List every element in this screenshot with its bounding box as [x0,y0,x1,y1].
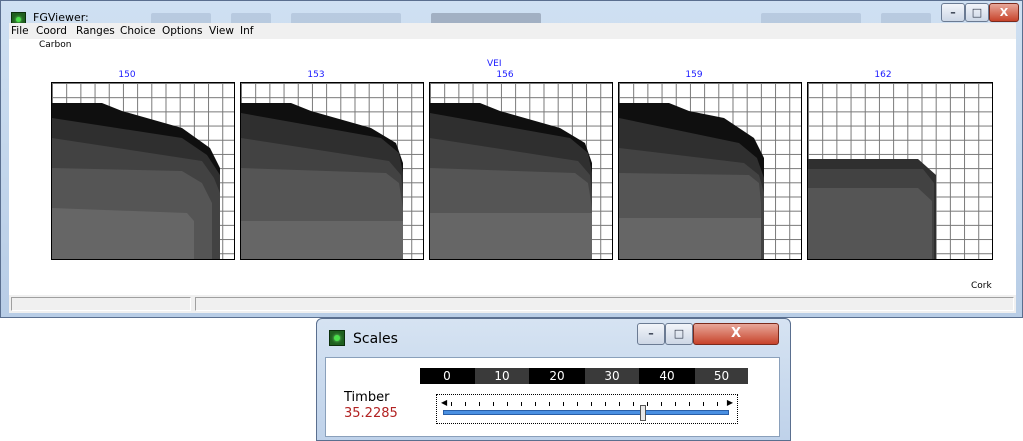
minimize-icon: – [648,327,654,340]
panel-label-3: 156 [496,70,514,80]
status-bar [9,295,1016,313]
ruler-tick: 40 [640,368,694,384]
panel-label-4: 159 [685,70,703,80]
panel-shapes [241,103,403,259]
maximize-button[interactable]: □ [965,3,989,22]
menu-view[interactable]: View [209,25,234,37]
close-button[interactable]: X [989,3,1019,22]
maximize-icon: □ [971,6,983,19]
minimize-icon: – [950,6,956,19]
maximize-icon: □ [673,327,685,340]
plot-panel-2[interactable] [240,82,424,260]
maximize-button[interactable]: □ [665,323,693,345]
ruler-tick: 0 [420,368,474,384]
status-segment-1 [11,297,191,311]
ruler-tick: 30 [585,368,639,384]
menu-options[interactable]: Options [162,25,203,37]
variable-value: 35.2285 [344,406,398,421]
scales-title: Scales [353,331,398,347]
panel-shapes [52,103,220,259]
minimize-button[interactable]: – [941,3,965,22]
status-segment-2 [195,297,1014,311]
left-arrow-icon[interactable]: ◀ [441,398,447,407]
top-left-label: Carbon [39,40,72,50]
menu-coord[interactable]: Coord [36,25,67,37]
close-icon: X [999,6,1009,19]
panel-shapes [430,103,592,259]
slider-track[interactable] [443,410,729,415]
fgviewer-window: FGViewer: – □ X File Coord Ranges Choice… [0,0,1023,318]
app-icon[interactable] [329,330,345,346]
close-button[interactable]: X [693,323,779,345]
plot-panel-4[interactable] [618,82,802,260]
menu-file[interactable]: File [11,25,29,37]
ruler-tick: 50 [695,368,748,384]
panel-shapes [808,159,936,259]
scales-window: Scales – □ X 0 10 20 30 40 50 Timber 35.… [316,318,791,441]
bottom-right-label: Cork [971,281,992,291]
ruler-tick: 20 [530,368,584,384]
close-icon: X [730,326,742,341]
slider-ticks [451,402,721,406]
slider-thumb[interactable] [640,405,647,421]
menu-ranges[interactable]: Ranges [76,25,115,37]
plot-panel-5[interactable] [807,82,993,260]
plot-area: Carbon VEI Cork 150 153 156 159 162 [9,39,1016,295]
plot-panel-1[interactable] [51,82,235,260]
minimize-button[interactable]: – [637,323,665,345]
variable-label: Timber [344,390,390,405]
menu-choice[interactable]: Choice [120,25,156,37]
panel-label-5: 162 [874,70,892,80]
timber-slider[interactable]: ◀ ▶ [436,394,738,424]
right-arrow-icon[interactable]: ▶ [727,398,733,407]
plot-panel-3[interactable] [429,82,613,260]
scales-content: 0 10 20 30 40 50 Timber 35.2285 ◀ ▶ [325,357,780,437]
panel-label-1: 150 [118,70,136,80]
panel-shapes [619,103,764,259]
top-center-label: VEI [487,59,502,69]
menu-inf[interactable]: Inf [240,25,253,37]
panel-label-2: 153 [307,70,325,80]
menu-bar: File Coord Ranges Choice Options View In… [9,23,1016,39]
ruler-tick: 10 [475,368,529,384]
scale-ruler: 0 10 20 30 40 50 [420,368,748,384]
